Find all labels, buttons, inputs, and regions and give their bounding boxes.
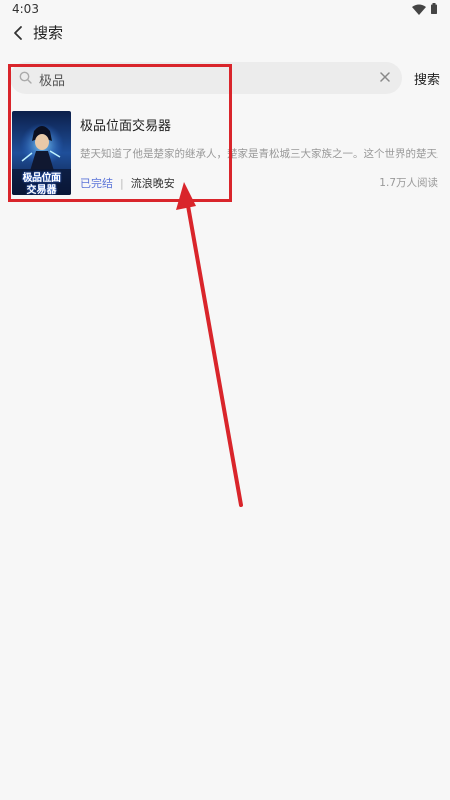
read-count: 1.7万人阅读 <box>379 177 438 189</box>
search-box[interactable] <box>10 62 402 94</box>
status-badge: 已完结 <box>80 177 113 190</box>
status-time: 4:03 <box>12 2 39 16</box>
list-item[interactable]: 极品位面 交易器 极品位面交易器 楚天知道了他是楚家的继承人，楚家是青松城三大家… <box>0 106 450 198</box>
book-cover: 极品位面 交易器 <box>12 111 71 195</box>
search-input[interactable] <box>37 66 361 92</box>
back-button[interactable] <box>10 24 28 42</box>
search-row: 搜索 <box>0 62 450 94</box>
nav-bar: 搜索 <box>0 20 450 46</box>
book-meta: 已完结 | 流浪晚安 <box>80 175 175 191</box>
clear-icon[interactable] <box>378 70 392 84</box>
book-author: 流浪晚安 <box>130 177 175 190</box>
status-bar: 4:03 <box>0 0 450 20</box>
book-description: 楚天知道了他是楚家的继承人，楚家是青松城三大家族之一。这个世界的楚天从小 <box>80 148 438 160</box>
battery-icon <box>431 3 437 14</box>
cover-title-line-2: 交易器 <box>26 185 57 195</box>
meta-separator: | <box>120 177 124 190</box>
search-button[interactable]: 搜索 <box>414 69 440 88</box>
wifi-icon <box>412 4 426 15</box>
book-title: 极品位面交易器 <box>80 119 172 134</box>
search-icon <box>19 71 32 84</box>
page-title: 搜索 <box>33 24 64 42</box>
